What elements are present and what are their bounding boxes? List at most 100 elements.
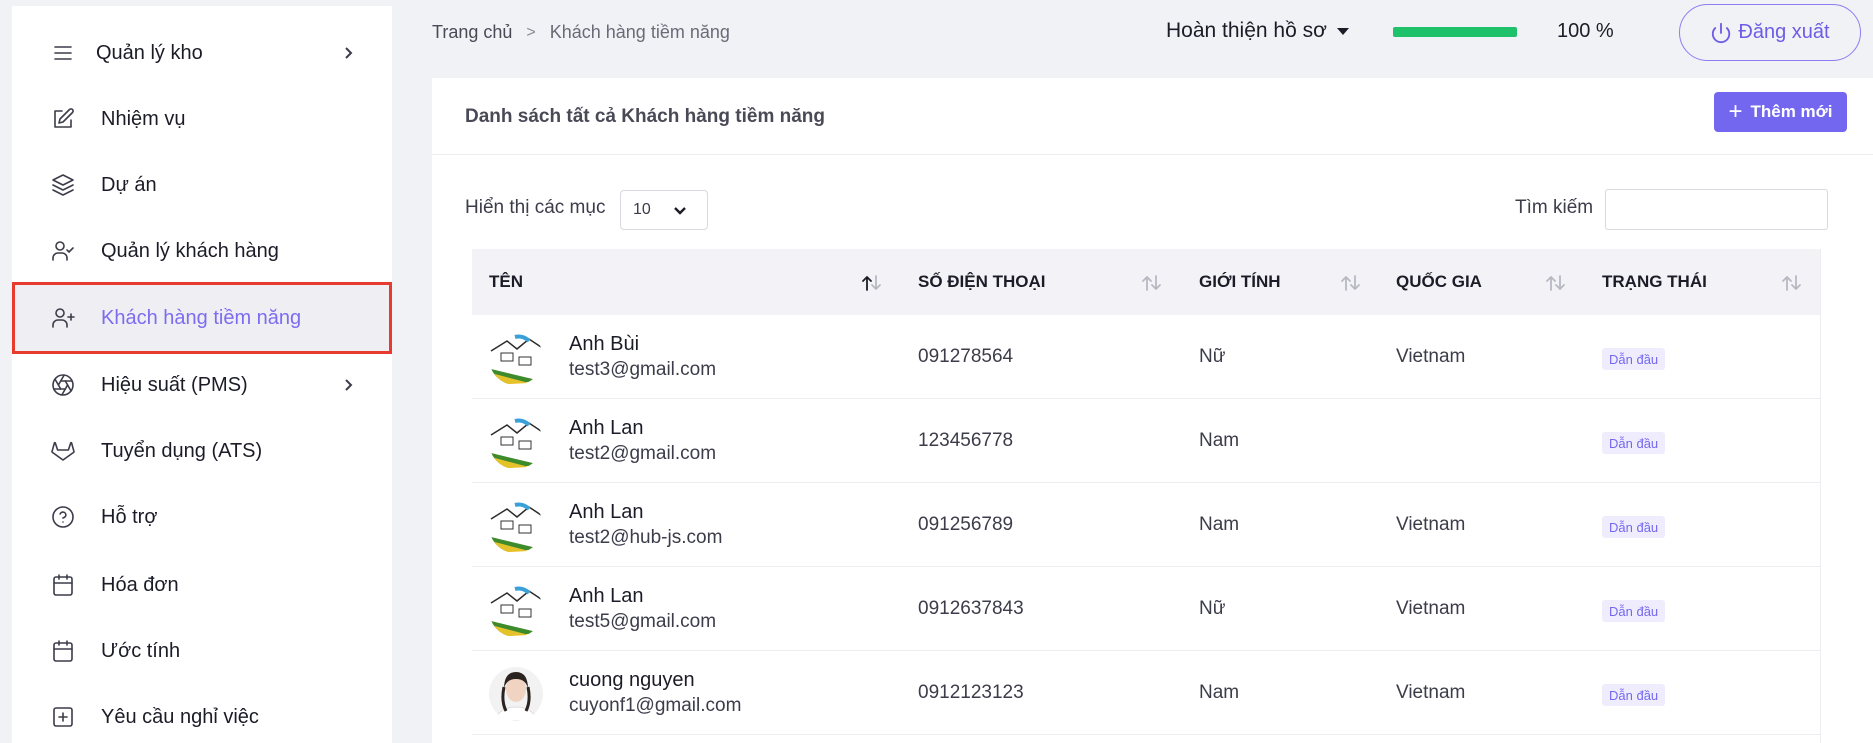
profile-progress-fill [1393, 27, 1517, 37]
column-header-label: QUỐC GIA [1396, 272, 1482, 291]
lead-name: Anh Bùi [569, 333, 640, 355]
sidebar-item-customers[interactable]: Quản lý khách hàng [12, 218, 392, 284]
plus-square-icon [50, 704, 76, 730]
sort-asc-icon[interactable] [861, 274, 883, 292]
column-header-name[interactable]: TÊN [489, 249, 849, 315]
sort-icon[interactable] [1141, 274, 1163, 292]
table-row[interactable]: Anh Lan test2@hub-js.com 091256789 Nam V… [472, 483, 1820, 567]
table-row[interactable]: Anh Lan test2@gmail.com 123456778 Nam Dẫ… [472, 399, 1820, 483]
card-header: Danh sách tất cả Khách hàng tiềm năng + … [432, 78, 1873, 155]
search-input[interactable] [1605, 189, 1828, 230]
lead-gender: Nam [1199, 430, 1240, 451]
sidebar-item-resignation[interactable]: Yêu cầu nghỉ việc [12, 684, 392, 743]
sidebar-item-label: Yêu cầu nghỉ việc [101, 705, 259, 728]
status-badge: Dẫn đầu [1602, 516, 1666, 538]
lead-email: test2@hub-js.com [569, 527, 723, 548]
page-size-value: 10 [633, 201, 651, 218]
sidebar-item-support[interactable]: Hỗ trợ [12, 484, 392, 550]
column-header-status[interactable]: TRẠNG THÁI [1602, 249, 1707, 315]
profile-completion-dropdown[interactable]: Hoàn thiện hồ sơ [1166, 19, 1349, 43]
column-header-label: TRẠNG THÁI [1602, 272, 1707, 291]
status-badge: Dẫn đầu [1602, 348, 1666, 370]
sidebar-item-tasks[interactable]: Nhiệm vụ [12, 86, 392, 152]
sidebar-item-label: Quản lý kho [96, 41, 203, 64]
status-badge: Dẫn đầu [1602, 600, 1666, 622]
column-header-label: SỐ ĐIỆN THOẠI [918, 272, 1046, 291]
sidebar-item-label: Quản lý khách hàng [101, 239, 279, 262]
lead-name: Anh Lan [569, 417, 644, 439]
leads-card: Danh sách tất cả Khách hàng tiềm năng + … [432, 78, 1873, 743]
gitlab-icon [50, 438, 76, 464]
profile-progress-bar [1393, 27, 1517, 37]
avatar [489, 499, 543, 553]
table-header: TÊN SỐ ĐIỆN THOẠI GIỚI TÍNH QUỐC GIA TRẠ… [472, 249, 1820, 315]
sidebar: Quản lý kho Nhiệm vụ Dự án Quản lý khách… [12, 6, 392, 743]
breadcrumb: Trang chủ > Khách hàng tiềm năng [432, 22, 730, 43]
sidebar-item-inventory[interactable]: Quản lý kho [12, 20, 392, 86]
power-icon [1712, 22, 1731, 43]
lead-name: cuong nguyen [569, 669, 695, 691]
sort-icon[interactable] [1781, 274, 1803, 292]
page-size-select[interactable]: 10 [620, 190, 708, 230]
page-size-label: Hiển thị các mục [465, 197, 606, 218]
logout-button[interactable]: Đăng xuất [1679, 4, 1861, 61]
avatar [489, 415, 543, 469]
lead-country: Vietnam [1396, 346, 1466, 367]
sidebar-item-performance[interactable]: Hiệu suất (PMS) [12, 352, 392, 418]
column-header-country[interactable]: QUỐC GIA [1396, 249, 1482, 315]
menu-icon [50, 40, 76, 66]
add-new-label: Thêm mới [1750, 102, 1833, 121]
table-row[interactable]: Anh Lan test5@gmail.com 0912637843 Nữ Vi… [472, 567, 1820, 651]
chevron-right-icon [340, 45, 356, 61]
table-row[interactable]: Anh Bùi test3@gmail.com 091278564 Nữ Vie… [472, 315, 1820, 399]
user-plus-icon [50, 305, 76, 331]
table-border [1820, 249, 1821, 743]
lead-name: Anh Lan [569, 501, 644, 523]
sort-icon[interactable] [1545, 274, 1567, 292]
caret-down-icon [1336, 27, 1349, 35]
lead-gender: Nữ [1199, 346, 1226, 367]
edit-icon [50, 106, 76, 132]
sidebar-item-label: Tuyển dụng (ATS) [101, 439, 263, 462]
sort-icon[interactable] [1340, 274, 1362, 292]
sidebar-item-label: Hiệu suất (PMS) [101, 373, 248, 396]
layers-icon [50, 172, 76, 198]
chevron-down-icon [673, 204, 687, 218]
sidebar-item-label: Khách hàng tiềm năng [101, 306, 302, 329]
avatar [489, 583, 543, 637]
lead-phone: 091256789 [918, 514, 1014, 535]
lead-country: Vietnam [1396, 514, 1466, 535]
lead-phone: 0912637843 [918, 598, 1024, 619]
sidebar-item-label: Nhiệm vụ [101, 107, 186, 130]
column-header-gender[interactable]: GIỚI TÍNH [1199, 249, 1281, 315]
chevron-right-icon [340, 377, 356, 393]
avatar [489, 331, 543, 385]
search-label: Tìm kiếm [1515, 197, 1594, 218]
card-title: Danh sách tất cả Khách hàng tiềm năng [465, 106, 826, 127]
user-check-icon [50, 238, 76, 264]
breadcrumb-current: Khách hàng tiềm năng [549, 22, 730, 42]
column-header-label: TÊN [489, 272, 523, 291]
sidebar-item-leads[interactable]: Khách hàng tiềm năng [12, 282, 392, 354]
sidebar-item-estimates[interactable]: Ước tính [12, 618, 392, 684]
sidebar-item-label: Hỗ trợ [101, 505, 158, 528]
lead-country: Vietnam [1396, 682, 1466, 703]
table-row[interactable]: cuong nguyen cuyonf1@gmail.com 091212312… [472, 651, 1820, 735]
lead-gender: Nam [1199, 682, 1240, 703]
lead-email: test3@gmail.com [569, 359, 717, 380]
lead-country: Vietnam [1396, 598, 1466, 619]
lead-phone: 0912123123 [918, 682, 1024, 703]
lead-email: test5@gmail.com [569, 611, 717, 632]
breadcrumb-home[interactable]: Trang chủ [432, 22, 512, 43]
lead-gender: Nam [1199, 514, 1240, 535]
sidebar-item-invoices[interactable]: Hóa đơn [12, 552, 392, 618]
sidebar-item-label: Hóa đơn [101, 573, 179, 596]
column-header-phone[interactable]: SỐ ĐIỆN THOẠI [918, 249, 1046, 315]
avatar [489, 667, 543, 721]
sidebar-item-label: Ước tính [101, 639, 181, 662]
lead-name: Anh Lan [569, 585, 644, 607]
add-new-button[interactable]: + Thêm mới [1714, 92, 1847, 132]
sidebar-item-recruitment[interactable]: Tuyển dụng (ATS) [12, 418, 392, 484]
sidebar-item-projects[interactable]: Dự án [12, 152, 392, 218]
column-header-label: GIỚI TÍNH [1199, 272, 1281, 291]
